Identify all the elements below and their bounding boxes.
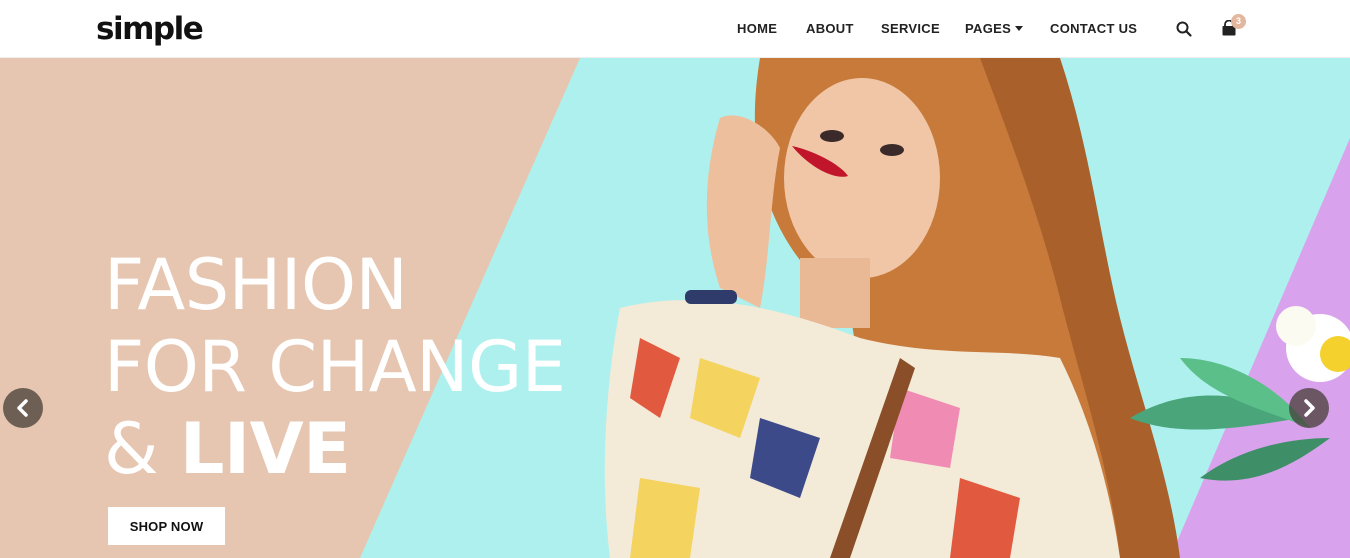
hero-headline-line2: FOR CHANGE [104, 326, 566, 408]
hero-headline-prefix: & [104, 408, 180, 490]
slider-prev-button[interactable] [3, 388, 43, 428]
caret-down-icon [1015, 26, 1024, 31]
shop-now-button[interactable]: SHOP NOW [108, 507, 225, 545]
hero-headline-line3: & LIVE [104, 408, 351, 490]
hero-headline-line1: FASHION [104, 244, 408, 326]
nav-home[interactable]: HOME [737, 20, 777, 38]
nav-contact[interactable]: CONTACT US [1050, 20, 1137, 38]
nav-pages-label: PAGES [965, 21, 1012, 36]
brand-logo[interactable]: simple [96, 9, 204, 49]
cart-count-badge: 3 [1231, 14, 1246, 29]
nav-pages[interactable]: PAGES [965, 20, 1024, 38]
hero-headline-bold: LIVE [179, 408, 351, 490]
nav-about[interactable]: ABOUT [806, 20, 854, 38]
chevron-left-icon [17, 399, 28, 417]
search-icon[interactable] [1175, 20, 1193, 38]
site-header: simple HOME ABOUT SERVICE PAGES CONTACT … [0, 0, 1350, 58]
chevron-right-icon [1304, 399, 1315, 417]
slider-next-button[interactable] [1289, 388, 1329, 428]
nav-service[interactable]: SERVICE [881, 20, 940, 38]
hero-slider: FASHION FOR CHANGE & LIVE SHOP NOW [0, 58, 1350, 558]
